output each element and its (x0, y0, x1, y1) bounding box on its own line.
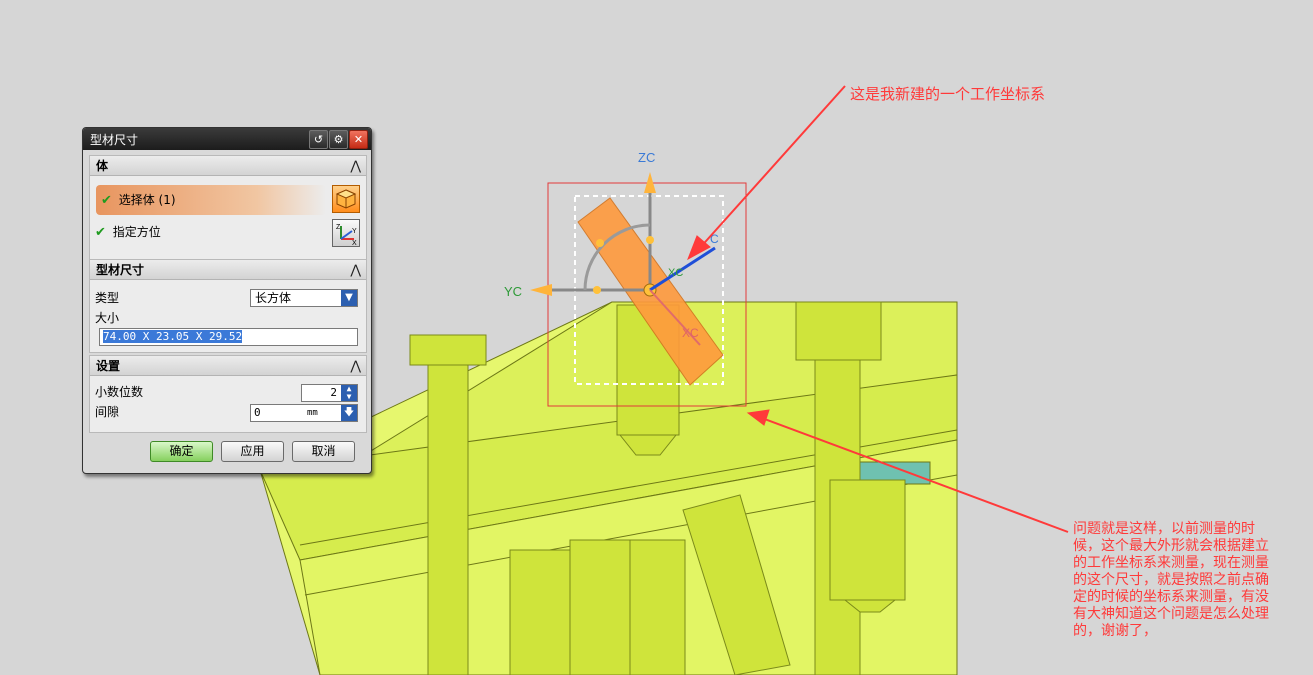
type-select-value: 长方体 (255, 291, 292, 305)
select-body-label: 选择体 (1) (118, 193, 176, 207)
specify-orientation-label: 指定方位 (112, 225, 161, 239)
csys-orientation-icon[interactable]: Z YX (332, 219, 360, 247)
csys-zc-label: ZC (638, 150, 655, 165)
size-field-value: 74.00 X 23.05 X 29.52 (103, 330, 243, 343)
check-icon: ✔ (101, 193, 112, 208)
gear-icon[interactable]: ⚙ (329, 130, 348, 149)
stock-size-dialog: 型材尺寸 ↺ ⚙ ✕ 体 ⋀ ✔ 选择体 (1) ✔ 指定方位 Z YX 型材尺寸… (82, 127, 372, 474)
dialog-title: 型材尺寸 (90, 132, 139, 147)
csys-xc-label: XC (682, 326, 699, 340)
annotation-line: 定的时候的坐标系来测量，有没 (1073, 589, 1269, 605)
section-body: 体 ⋀ ✔ 选择体 (1) ✔ 指定方位 Z YX (89, 155, 367, 260)
cancel-button[interactable]: 取消 (292, 441, 355, 462)
section-body-header[interactable]: 体 ⋀ (90, 156, 366, 176)
specify-orientation-row[interactable]: ✔ 指定方位 (90, 221, 366, 243)
close-icon[interactable]: ✕ (349, 130, 368, 149)
annotation-line: 的，谢谢了， (1073, 623, 1157, 639)
svg-text:X: X (352, 240, 357, 246)
size-field[interactable]: 74.00 X 23.05 X 29.52 (99, 328, 358, 346)
section-settings: 设置 ⋀ 小数位数 2 ▲ ▼ 间隙 0 mm 🡇 (89, 355, 367, 433)
annotation-bottom: 问题就是这样，以前测量的时 候，这个最大外形就会根据建立 的工作坐标系来测量，现… (1073, 521, 1308, 640)
svg-text:Y: Y (352, 228, 357, 235)
collapse-caret-icon[interactable]: ⋀ (350, 357, 361, 377)
section-settings-title: 设置 (96, 359, 121, 373)
size-label: 大小 (95, 311, 120, 325)
collapse-caret-icon[interactable]: ⋀ (350, 261, 361, 281)
section-size: 型材尺寸 ⋀ 类型 长方体 ▼ 大小 74.00 X 23.05 X 29.52 (89, 259, 367, 353)
annotation-top: 这是我新建的一个工作坐标系 (850, 85, 1046, 103)
annotation-line: 的工作坐标系来测量，现在测量 (1073, 555, 1269, 571)
ok-button[interactable]: 确定 (150, 441, 213, 462)
gap-field[interactable]: 0 mm 🡇 (250, 404, 358, 422)
csys-xc-near-label: XC (668, 267, 683, 279)
annotation-line: 的这个尺寸，就是按照之前点确 (1073, 572, 1269, 588)
gap-unit: mm (307, 408, 318, 418)
annotation-line: 候，这个最大外形就会根据建立 (1073, 538, 1269, 554)
type-select[interactable]: 长方体 ▼ (250, 289, 358, 307)
reset-icon[interactable]: ↺ (309, 130, 328, 149)
svg-text:Z: Z (336, 224, 341, 231)
annotation-line: 有大神知道这个问题是怎么处理 (1073, 606, 1269, 622)
section-size-title: 型材尺寸 (96, 263, 145, 277)
decimal-places-stepper[interactable]: 2 ▲ ▼ (301, 384, 358, 402)
collapse-caret-icon[interactable]: ⋀ (350, 157, 361, 177)
section-size-header[interactable]: 型材尺寸 ⋀ (90, 260, 366, 280)
csys-yc-label: YC (504, 284, 522, 299)
apply-button[interactable]: 应用 (221, 441, 284, 462)
check-icon: ✔ (95, 225, 106, 240)
section-settings-header[interactable]: 设置 ⋀ (90, 356, 366, 376)
select-body-cube-icon[interactable] (332, 185, 360, 213)
spinner-icon[interactable]: ▲ ▼ (341, 385, 357, 401)
chevron-down-icon[interactable]: ▼ (341, 290, 357, 306)
select-body-row[interactable]: ✔ 选择体 (1) (96, 185, 326, 215)
decimal-places-value: 2 (330, 386, 337, 399)
arrow-down-icon[interactable]: 🡇 (341, 405, 357, 421)
section-body-title: 体 (96, 159, 109, 173)
gap-field-value: 0 (254, 406, 261, 419)
annotation-line: 问题就是这样，以前测量的时 (1073, 521, 1255, 537)
